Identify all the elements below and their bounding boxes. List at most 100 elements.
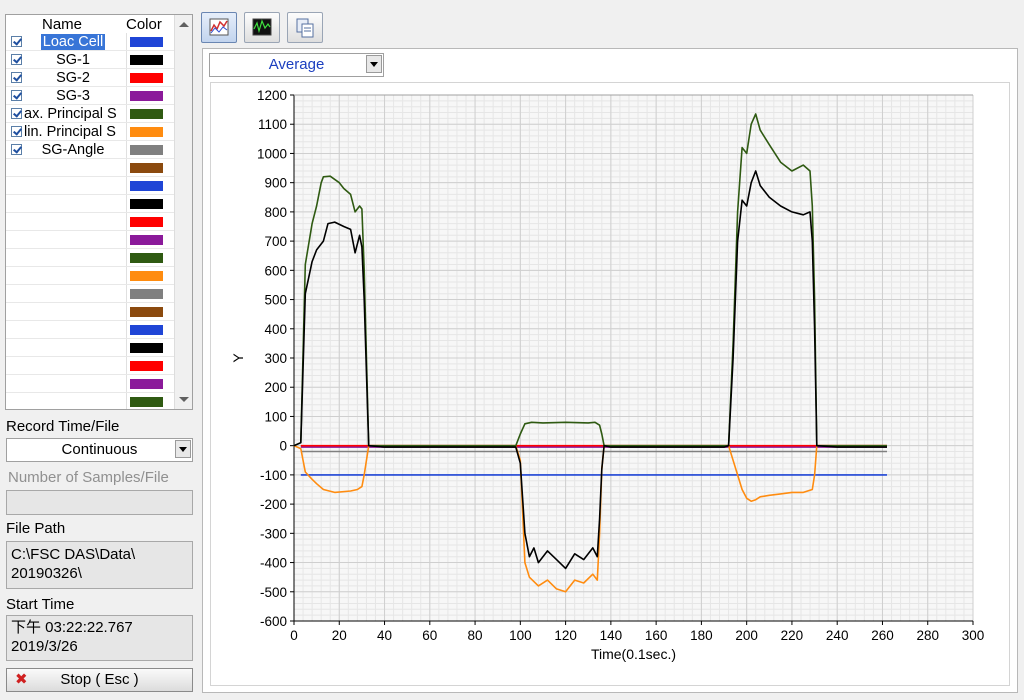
empty-channel-row[interactable]: [6, 339, 176, 357]
channel-checkbox[interactable]: [11, 36, 22, 47]
channel-row[interactable]: SG-1: [6, 51, 176, 69]
x-tick-label: 100: [509, 628, 532, 643]
channel-checkbox[interactable]: [11, 54, 22, 65]
plot-panel: 0 20 40 60 80 100 120 140 160 180 200 220 240 260 280 3…: [210, 82, 1010, 686]
channel-row[interactable]: Loac Cell: [6, 33, 176, 51]
y-tick-label: 900: [264, 176, 287, 191]
record-time-select[interactable]: Continuous: [6, 438, 193, 462]
file-path-line-1: C:\FSC DAS\Data\: [11, 546, 136, 563]
table-scrollbar[interactable]: [174, 15, 192, 409]
graph-view-button[interactable]: [201, 12, 237, 43]
x-tick-label: 0: [290, 628, 298, 643]
scroll-up-icon[interactable]: [179, 22, 189, 27]
start-time-label: Start Time: [6, 596, 75, 613]
channel-checkbox[interactable]: [11, 108, 22, 119]
color-swatch[interactable]: [130, 343, 163, 353]
mode-select[interactable]: Average: [209, 53, 384, 77]
color-swatch[interactable]: [130, 289, 163, 299]
empty-channel-row[interactable]: [6, 393, 176, 409]
empty-channel-row[interactable]: [6, 249, 176, 267]
color-swatch[interactable]: [130, 73, 163, 83]
chevron-down-icon[interactable]: [175, 440, 191, 458]
channel-name[interactable]: lin. Principal S: [24, 123, 124, 141]
channel-row[interactable]: SG-Angle: [6, 141, 176, 159]
color-swatch[interactable]: [130, 397, 163, 407]
x-tick-label: 40: [377, 628, 392, 643]
channel-name[interactable]: ax. Principal S: [24, 105, 124, 123]
color-swatch[interactable]: [130, 199, 163, 209]
y-tick-label: 100: [264, 409, 287, 424]
color-swatch[interactable]: [130, 361, 163, 371]
x-tick-label: 260: [871, 628, 894, 643]
empty-channel-row[interactable]: [6, 231, 176, 249]
copy-button[interactable]: [287, 12, 323, 43]
color-swatch[interactable]: [130, 145, 163, 155]
empty-channel-row[interactable]: [6, 159, 176, 177]
color-swatch[interactable]: [130, 91, 163, 101]
y-tick-label: 600: [264, 263, 287, 278]
x-tick-label: 240: [826, 628, 849, 643]
file-path-line-2: 20190326\: [11, 565, 82, 582]
empty-channel-row[interactable]: [6, 267, 176, 285]
channel-row[interactable]: SG-3: [6, 87, 176, 105]
channel-row[interactable]: ax. Principal S: [6, 105, 176, 123]
scroll-down-icon[interactable]: [179, 397, 189, 402]
channel-checkbox[interactable]: [11, 72, 22, 83]
color-swatch[interactable]: [130, 271, 163, 281]
empty-channel-row[interactable]: [6, 357, 176, 375]
y-tick-label: 1000: [257, 146, 287, 161]
channel-checkbox[interactable]: [11, 126, 22, 137]
strip-chart-button[interactable]: [244, 12, 280, 43]
copy-icon: [296, 18, 314, 38]
empty-channel-row[interactable]: [6, 213, 176, 231]
stop-button[interactable]: ✖ Stop ( Esc ): [6, 668, 193, 692]
channel-name[interactable]: SG-3: [23, 87, 123, 105]
color-swatch[interactable]: [130, 307, 163, 317]
color-swatch[interactable]: [130, 379, 163, 389]
x-tick-label: 160: [645, 628, 668, 643]
y-tick-label: 200: [264, 380, 287, 395]
color-swatch[interactable]: [130, 217, 163, 227]
channel-name[interactable]: SG-2: [23, 69, 123, 87]
color-swatch[interactable]: [130, 109, 163, 119]
x-tick-label: 200: [735, 628, 758, 643]
channel-checkbox[interactable]: [11, 90, 22, 101]
color-swatch[interactable]: [130, 163, 163, 173]
color-swatch[interactable]: [130, 37, 163, 47]
empty-channel-row[interactable]: [6, 321, 176, 339]
empty-channel-row[interactable]: [6, 285, 176, 303]
line-chart[interactable]: 0 20 40 60 80 100 120 140 160 180 200 220 240 260 280 3…: [211, 83, 1009, 685]
color-swatch[interactable]: [130, 325, 163, 335]
channel-checkbox[interactable]: [11, 144, 22, 155]
chevron-down-icon[interactable]: [366, 55, 382, 73]
graph-view-icon: [209, 18, 229, 36]
empty-channel-row[interactable]: [6, 375, 176, 393]
empty-channel-row[interactable]: [6, 177, 176, 195]
x-icon: ✖: [15, 671, 28, 688]
y-tick-label: -600: [260, 614, 287, 629]
y-tick-label: 800: [264, 205, 287, 220]
color-swatch[interactable]: [130, 235, 163, 245]
empty-channel-row[interactable]: [6, 303, 176, 321]
y-tick-label: 400: [264, 322, 287, 337]
empty-channel-row[interactable]: [6, 195, 176, 213]
x-tick-label: 140: [600, 628, 623, 643]
y-tick-label: 0: [279, 439, 287, 454]
channel-row[interactable]: lin. Principal S: [6, 123, 176, 141]
x-tick-label: 220: [781, 628, 804, 643]
color-swatch[interactable]: [130, 55, 163, 65]
color-swatch[interactable]: [130, 253, 163, 263]
x-tick-label: 80: [468, 628, 483, 643]
channel-name[interactable]: SG-1: [23, 51, 123, 69]
channel-row[interactable]: SG-2: [6, 69, 176, 87]
y-tick-label: -500: [260, 585, 287, 600]
y-tick-label: 1200: [257, 88, 287, 103]
channel-name[interactable]: Loac Cell: [23, 33, 123, 51]
file-path-field: C:\FSC DAS\Data\ 20190326\: [6, 541, 193, 589]
color-swatch[interactable]: [130, 181, 163, 191]
color-column-header: Color: [126, 16, 162, 33]
x-tick-label: 60: [422, 628, 437, 643]
samples-per-file-input[interactable]: [6, 490, 193, 515]
channel-name[interactable]: SG-Angle: [23, 141, 123, 159]
color-swatch[interactable]: [130, 127, 163, 137]
